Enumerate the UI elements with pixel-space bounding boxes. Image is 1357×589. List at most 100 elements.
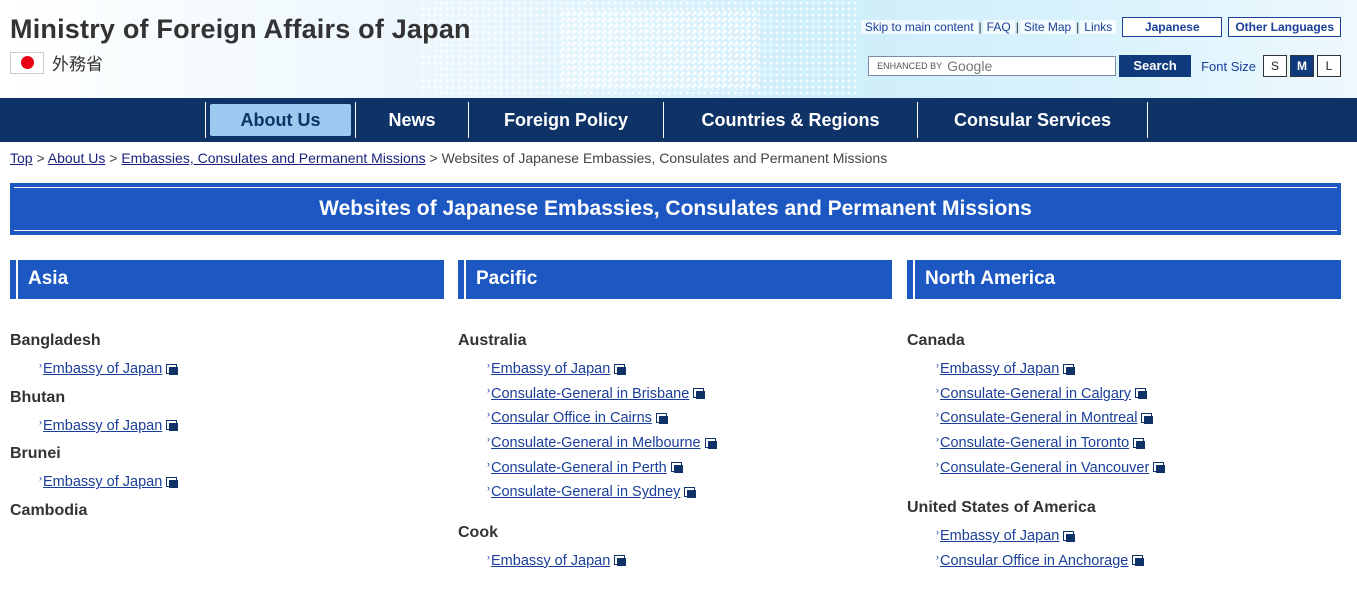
- country-heading: United States of America: [907, 498, 1096, 516]
- japanese-language-button[interactable]: Japanese: [1122, 17, 1223, 37]
- consulate-link[interactable]: Consulate-General in Brisbane: [491, 386, 689, 402]
- country-heading: Bhutan: [10, 388, 66, 406]
- external-link-icon: [684, 486, 697, 498]
- breadcrumb-about-us[interactable]: About Us: [48, 150, 106, 166]
- embassy-link[interactable]: Embassy of Japan: [940, 361, 1059, 377]
- list-item: › Embassy of Japan: [936, 524, 1341, 549]
- consulate-link[interactable]: Consulate-General in Melbourne: [491, 435, 701, 451]
- list-item: › Consulate-General in Toronto: [936, 431, 1341, 456]
- list-item: › Embassy of Japan: [487, 357, 892, 382]
- search-input[interactable]: ENHANCED BY Google: [868, 56, 1117, 76]
- list-item: › Embassy of Japan: [936, 357, 1341, 382]
- list-item: › Consulate-General in Perth: [487, 455, 892, 480]
- search-button[interactable]: Search: [1119, 55, 1192, 77]
- external-link-icon: [1153, 462, 1166, 474]
- external-link-icon: [670, 462, 683, 474]
- search-row: ENHANCED BY Google Search Font Size S M …: [868, 55, 1341, 77]
- font-size-large-button[interactable]: L: [1317, 55, 1341, 77]
- consulate-link[interactable]: Consular Office in Cairns: [491, 410, 652, 426]
- font-size-small-button[interactable]: S: [1263, 55, 1287, 77]
- world-map-decoration-detail: [560, 10, 760, 90]
- breadcrumb-embassies[interactable]: Embassies, Consulates and Permanent Miss…: [121, 150, 425, 166]
- country-heading: Canada: [907, 332, 965, 349]
- consulate-link[interactable]: Consulate-General in Montreal: [940, 410, 1137, 426]
- breadcrumb-top[interactable]: Top: [10, 150, 33, 166]
- region-title: North America: [925, 268, 1056, 289]
- country-heading: Australia: [458, 332, 527, 349]
- consulate-link[interactable]: Consulate-General in Perth: [491, 460, 667, 476]
- external-link-icon: [166, 363, 179, 375]
- external-link-icon: [693, 388, 706, 400]
- country-heading: Bangladesh: [10, 332, 101, 349]
- search-placeholder: ENHANCED BY: [877, 61, 943, 71]
- country-heading: Cook: [458, 523, 498, 541]
- region-column-asia: Asia Bangladesh › Embassy of Japan Bhutan…: [10, 260, 444, 523]
- list-item: › Consulate-General in Brisbane: [487, 382, 892, 407]
- utility-links: Skip to main content | FAQ | Site Map | …: [860, 17, 1341, 37]
- region-header: North America: [907, 260, 1341, 299]
- external-link-icon: [614, 555, 627, 567]
- external-link-icon: [1063, 530, 1076, 542]
- site-map-link[interactable]: Site Map: [1019, 20, 1076, 34]
- list-item: › Consulate-General in Vancouver: [936, 455, 1341, 480]
- consulate-link[interactable]: Consulate-General in Toronto: [940, 435, 1129, 451]
- main-nav: About Us News Foreign Policy Countries &…: [0, 98, 1357, 142]
- breadcrumb-current: Websites of Japanese Embassies, Consulat…: [441, 150, 888, 166]
- consulate-link[interactable]: Consulate-General in Calgary: [940, 386, 1131, 402]
- region-title: Asia: [28, 268, 69, 289]
- nav-about-us[interactable]: About Us: [210, 104, 351, 136]
- embassy-link[interactable]: Embassy of Japan: [491, 361, 610, 377]
- country-heading: Brunei: [10, 445, 61, 463]
- font-size-label: Font Size: [1201, 58, 1256, 74]
- embassy-link[interactable]: Embassy of Japan: [43, 418, 162, 434]
- external-link-icon: [166, 476, 179, 488]
- embassy-link[interactable]: Embassy of Japan: [491, 553, 610, 569]
- nav-news[interactable]: News: [356, 102, 469, 138]
- list-item: › Consular Office in Cairns: [487, 406, 892, 431]
- nav-countries-regions[interactable]: Countries & Regions: [664, 102, 918, 138]
- font-size-medium-button[interactable]: M: [1290, 55, 1314, 77]
- skip-to-main-link[interactable]: Skip to main content: [860, 20, 978, 34]
- region-title: Pacific: [476, 268, 538, 289]
- region-column-north-america: North America Canada › Embassy of Japan ›…: [907, 260, 1341, 573]
- external-link-icon: [1132, 555, 1145, 567]
- page-title-banner: Websites of Japanese Embassies, Consulat…: [10, 183, 1341, 235]
- links-link[interactable]: Links: [1080, 20, 1117, 34]
- list-item: › Embassy of Japan: [487, 549, 892, 574]
- breadcrumb: Top > About Us > Embassies, Consulates a…: [10, 150, 888, 166]
- external-link-icon: [655, 412, 668, 424]
- faq-link[interactable]: FAQ: [982, 20, 1015, 34]
- site-subtitle-row: 外務省: [10, 50, 103, 75]
- list-item: › Consulate-General in Sydney: [487, 480, 892, 505]
- consulate-link[interactable]: Consular Office in Anchorage: [940, 553, 1128, 569]
- embassy-link[interactable]: Embassy of Japan: [43, 361, 162, 377]
- consulate-link[interactable]: Consulate-General in Vancouver: [940, 460, 1149, 476]
- external-link-icon: [166, 420, 179, 432]
- list-item: › Embassy of Japan: [39, 414, 444, 439]
- nav-foreign-policy[interactable]: Foreign Policy: [469, 102, 664, 138]
- external-link-icon: [1141, 412, 1154, 424]
- nav-consular-services[interactable]: Consular Services: [918, 102, 1148, 138]
- site-title[interactable]: Ministry of Foreign Affairs of Japan: [10, 14, 471, 45]
- external-link-icon: [1063, 363, 1076, 375]
- google-logo: Google: [947, 58, 993, 74]
- list-item: › Consulate-General in Calgary: [936, 382, 1341, 407]
- list-item: › Consular Office in Anchorage: [936, 549, 1341, 574]
- external-link-icon: [1133, 437, 1146, 449]
- external-link-icon: [614, 363, 627, 375]
- japan-flag-icon: [10, 51, 44, 74]
- list-item: › Consulate-General in Montreal: [936, 406, 1341, 431]
- japanese-site-name: 外務省: [52, 55, 103, 75]
- external-link-icon: [704, 437, 717, 449]
- region-header: Pacific: [458, 260, 892, 299]
- site-header: Ministry of Foreign Affairs of Japan 外務省…: [0, 0, 1357, 98]
- other-languages-button[interactable]: Other Languages: [1228, 17, 1341, 37]
- page-title: Websites of Japanese Embassies, Consulat…: [319, 197, 1032, 220]
- embassy-link[interactable]: Embassy of Japan: [43, 474, 162, 490]
- list-item: › Embassy of Japan: [39, 357, 444, 382]
- list-item: › Embassy of Japan: [39, 470, 444, 495]
- consulate-link[interactable]: Consulate-General in Sydney: [491, 484, 680, 500]
- list-item: › Consulate-General in Melbourne: [487, 431, 892, 456]
- region-column-pacific: Pacific Australia › Embassy of Japan › Con…: [458, 260, 892, 573]
- embassy-link[interactable]: Embassy of Japan: [940, 528, 1059, 544]
